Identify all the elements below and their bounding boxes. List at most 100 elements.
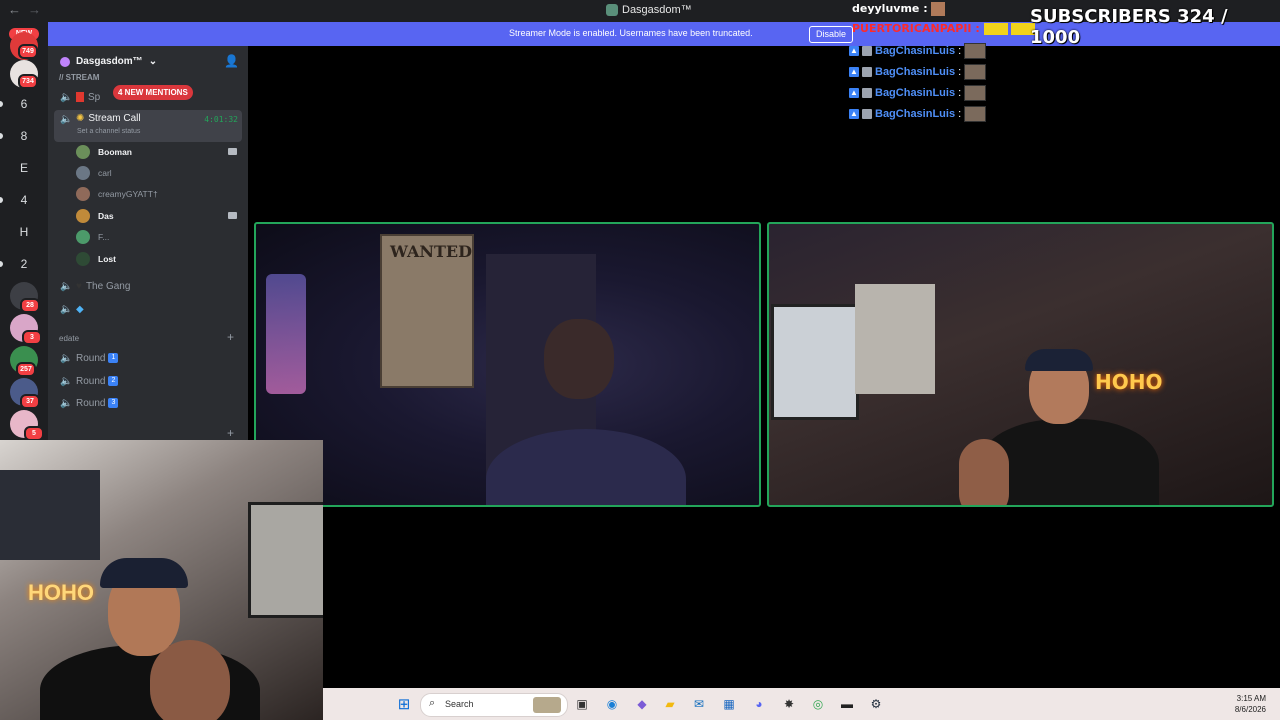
category-stream[interactable]: // STREAM (59, 73, 99, 82)
copilot-icon[interactable]: ◆ (634, 696, 650, 712)
channel-the-gang[interactable]: 🔈 ♥ The Gang (54, 277, 242, 295)
channel-round-2[interactable]: 🔈 Round 2 (54, 372, 242, 390)
search-highlight-icon (533, 697, 561, 713)
unread-pip (0, 261, 3, 267)
monitor (771, 304, 859, 420)
server-icon-e[interactable]: E (10, 154, 38, 182)
unread-badge: 257 (16, 362, 36, 377)
participant-video (959, 349, 1159, 505)
channel-round-1[interactable]: 🔈 Round 1 (54, 349, 242, 367)
server-icon-6[interactable]: 6 (10, 90, 38, 118)
server-icon-2b[interactable]: 2 (10, 250, 38, 278)
store-icon[interactable]: ▦ (721, 696, 737, 712)
badge-icon: ▲ (849, 88, 859, 98)
emote-icon (964, 43, 987, 59)
wall-shirts (0, 470, 100, 560)
voice-user[interactable]: carl (76, 163, 241, 183)
speaker-icon: 🔈 (60, 280, 73, 292)
taskbar-search[interactable]: ⌕ Search (420, 693, 568, 717)
forward-arrow-icon[interactable]: → (28, 2, 41, 17)
participant-arm (959, 439, 1009, 505)
microphone-light (266, 274, 306, 394)
server-name: Dasgasdom™ (76, 56, 143, 67)
chrome-icon[interactable]: ◎ (810, 696, 826, 712)
round-number: 2 (108, 376, 119, 386)
voice-user-name: Das (98, 211, 114, 221)
channel-name: Sp (88, 91, 101, 103)
server-icon-h[interactable]: H (10, 218, 38, 246)
speaker-icon: 🔈 (60, 91, 73, 103)
banner-message: Streamer Mode is enabled. Usernames have… (509, 28, 753, 38)
sketch-art (855, 284, 935, 394)
server-header[interactable]: Dasgasdom™ ⌄ (60, 56, 157, 67)
unread-badge: 734 (18, 74, 38, 89)
gem-icon: ◆ (76, 303, 84, 315)
chat-username: BagChasinLuis (875, 87, 956, 99)
voice-user[interactable]: creamyGYATT† (76, 184, 241, 204)
badge-icon: ▲ (849, 67, 859, 77)
participant-video (486, 319, 686, 505)
voice-user[interactable]: F... (76, 227, 241, 247)
badge-icon (862, 67, 872, 77)
category-edate[interactable]: edate (59, 334, 79, 343)
channel-name: Stream Call (88, 113, 141, 124)
task-view-icon[interactable]: ▣ (574, 696, 590, 712)
add-channel-icon[interactable]: + (227, 330, 234, 344)
voice-user[interactable]: Das (76, 206, 241, 226)
server-rail: NEW 749 734 6 8 E 4 H 2 28 3 257 37 5 (0, 22, 48, 441)
overlay-chat-user: PUERTORICANPAPII : (852, 22, 1036, 35)
channel-emoji-icon (76, 92, 84, 102)
disable-button[interactable]: Disable (809, 26, 854, 43)
streamer-facecam: HOHO (0, 440, 323, 720)
discord-icon[interactable]: ◕ (751, 696, 767, 712)
add-channel-icon[interactable]: + (227, 426, 234, 440)
clock-date: 8/6/2026 (1234, 705, 1266, 714)
channel-round-3[interactable]: 🔈 Round 3 (54, 394, 242, 412)
chat-username: PUERTORICANPAPII : (852, 22, 980, 35)
neon-sign: HOHO (28, 580, 94, 605)
server-icon-8[interactable]: 8 (10, 122, 38, 150)
chat-separator: : (958, 66, 962, 78)
window-title-text: Dasgasdom™ (622, 4, 692, 16)
chat-username: deyyluvme : (852, 2, 928, 15)
speaker-icon: 🔈 (60, 303, 73, 315)
avatar (76, 252, 90, 266)
channel-stream-call[interactable]: 🔈 ✺ Stream Call 4:01:32 Set a channel st… (54, 110, 242, 142)
participant-cap (1025, 349, 1093, 371)
windows-start-icon[interactable]: ⊞ (396, 696, 412, 713)
overlay-chat-row: ▲ BagChasinLuis : (849, 106, 987, 122)
badge-icon: ▲ (849, 109, 859, 119)
edge-icon[interactable]: ◉ (604, 696, 620, 712)
back-arrow-icon[interactable]: ← (8, 2, 21, 17)
video-tile-right[interactable]: HOHO (767, 222, 1274, 507)
channel-gem[interactable]: 🔈 ◆ (54, 300, 242, 318)
terminal-icon[interactable]: ▬ (839, 696, 855, 712)
voice-user-name: Booman (98, 147, 132, 157)
avatar (76, 166, 90, 180)
steam-icon[interactable]: ⚙ (868, 696, 884, 712)
new-mentions-pill[interactable]: 4 NEW MENTIONS (113, 85, 193, 100)
channel-name: Round (76, 375, 106, 387)
voice-user[interactable]: Lost (76, 249, 241, 269)
video-tile-left[interactable]: WANTED (254, 222, 761, 507)
server-icon-4[interactable]: 4 (10, 186, 38, 214)
round-number: 1 (108, 353, 119, 363)
invite-people-icon[interactable]: 👤 (224, 54, 239, 68)
voice-user[interactable]: Booman (76, 142, 241, 162)
channel-status[interactable]: Set a channel status (77, 128, 140, 135)
app-icon[interactable]: ✸ (781, 696, 797, 712)
outlook-icon[interactable]: ✉ (691, 696, 707, 712)
server-icon (606, 4, 618, 16)
file-explorer-icon[interactable]: ▰ (662, 696, 678, 712)
chevron-down-icon: ⌄ (148, 56, 158, 67)
emote-icon (931, 2, 946, 16)
chat-username: BagChasinLuis (875, 45, 956, 57)
chat-separator: : (958, 108, 962, 120)
round-number: 3 (108, 398, 119, 408)
avatar (76, 145, 90, 159)
system-clock[interactable]: 3:15 AM 8/6/2026 (1235, 693, 1266, 715)
call-timer: 4:01:32 (204, 115, 238, 124)
windows-taskbar: ⊞ ⌕ Search ▣ ◉ ◆ ▰ ✉ ▦ ◕ ✸ ◎ ▬ ⚙ 3:15 AM… (323, 688, 1280, 720)
server-badge-icon (60, 56, 70, 67)
badge-icon (862, 46, 872, 56)
